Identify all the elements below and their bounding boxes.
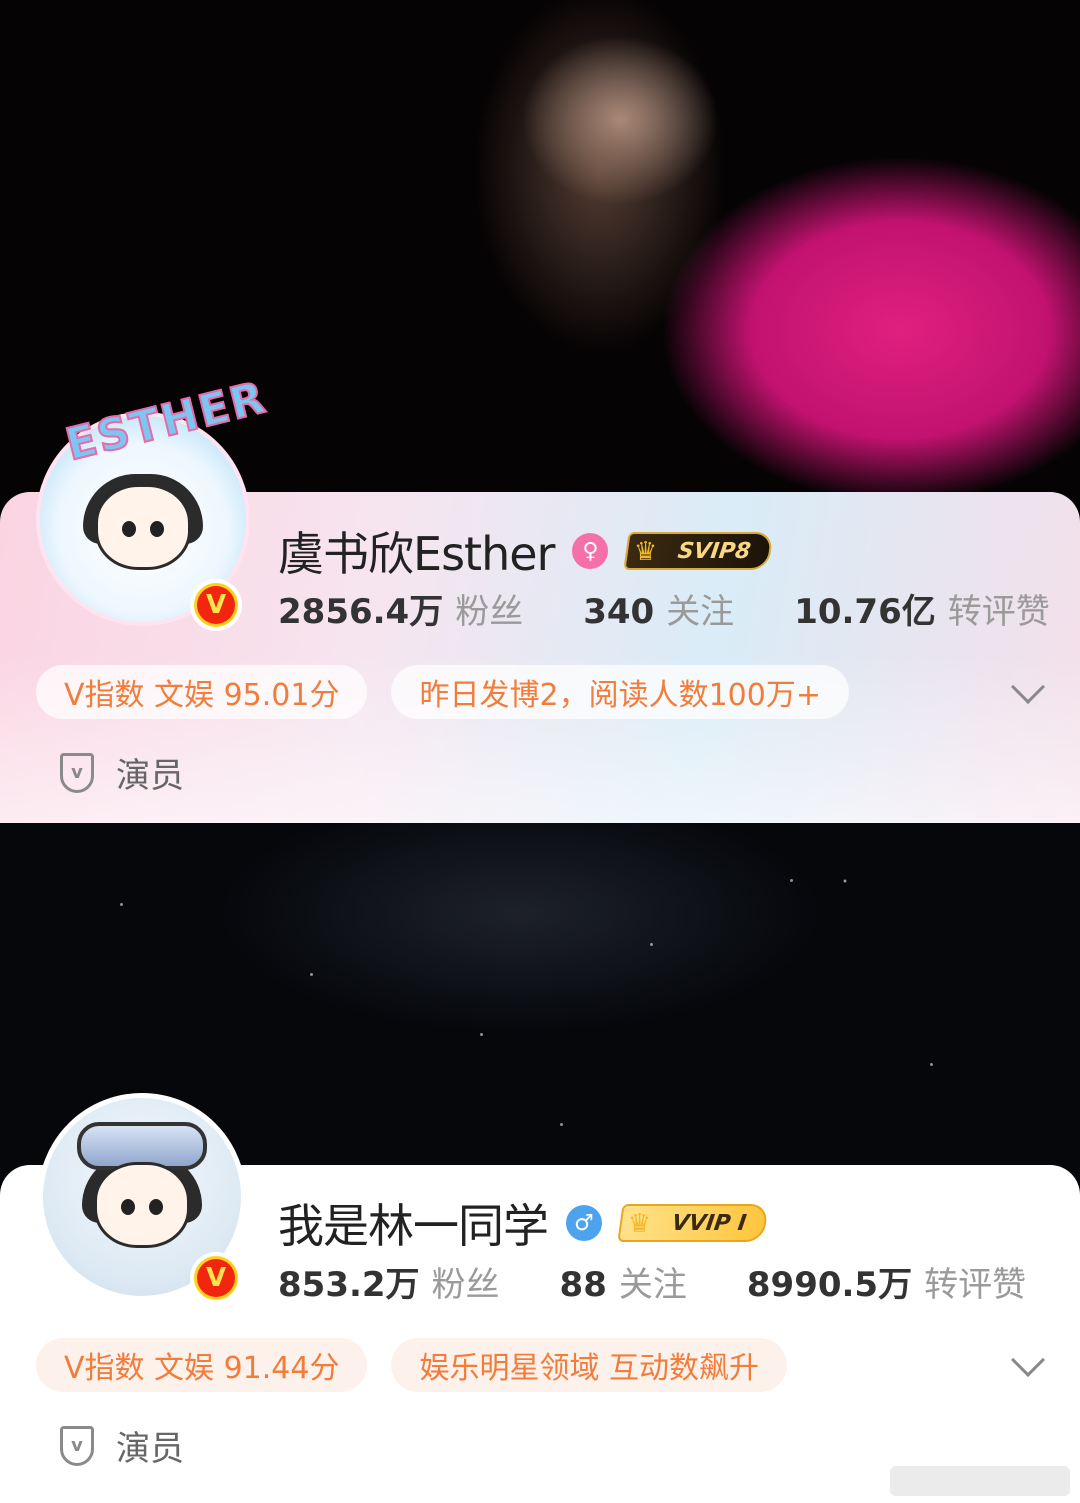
interactions-label: 转评赞	[947, 592, 1050, 632]
avatar-eye-left	[121, 1198, 135, 1215]
role-row: v 演员	[60, 748, 184, 797]
info-chips: V指数 文娱 95.01分 昨日发博2，阅读人数100万+	[36, 665, 873, 719]
star-dot	[310, 973, 313, 976]
stats-row: 853.2万 粉丝 88 关注 8990.5万 转评赞	[278, 1257, 1026, 1306]
avatar-eye-right	[150, 521, 164, 538]
fans-label: 粉丝	[455, 592, 524, 632]
verified-v-icon: V	[197, 586, 235, 624]
fans-label: 粉丝	[431, 1265, 500, 1305]
profile-card-1: ESTHER V 虞书欣Esther ♀ ♛ SVIP8 2856.4万 粉丝 …	[0, 0, 1080, 823]
star-dot	[120, 903, 123, 906]
vip-badge-label: SVIP8	[676, 538, 753, 564]
male-icon: ♂	[566, 1205, 602, 1241]
fans-count[interactable]: 853.2万 粉丝	[278, 1257, 500, 1306]
avatar-face	[94, 1161, 190, 1248]
following-value: 340	[583, 592, 655, 632]
following-value: 88	[559, 1265, 607, 1305]
interactions-count[interactable]: 10.76亿 转评赞	[794, 584, 1050, 633]
verified-badge: V	[190, 579, 242, 631]
vip-badge-label: VVIP I	[670, 1210, 748, 1236]
v-index-chip[interactable]: V指数 文娱 95.01分	[36, 665, 368, 719]
fans-count[interactable]: 2856.4万 粉丝	[278, 584, 523, 633]
v-index-chip[interactable]: V指数 文娱 91.44分	[36, 1338, 368, 1392]
interactions-label: 转评赞	[924, 1265, 1027, 1305]
fans-value: 2856.4万	[278, 592, 444, 632]
interactions-value: 8990.5万	[746, 1265, 913, 1305]
name-row: 我是林一同学 ♂ ♛ VVIP I	[278, 1190, 769, 1256]
role-label: 演员	[116, 756, 184, 796]
crown-icon: ♛	[627, 1209, 652, 1239]
following-count[interactable]: 340 关注	[583, 584, 734, 633]
activity-chip[interactable]: 娱乐明星领域 互动数飙升	[391, 1338, 788, 1392]
role-row: v 演员	[60, 1421, 184, 1470]
shield-icon: v	[60, 752, 94, 793]
interactions-count[interactable]: 8990.5万 转评赞	[747, 1257, 1026, 1306]
crown-icon: ♛	[634, 537, 658, 567]
role-label: 演员	[116, 1429, 184, 1469]
vip-badge[interactable]: ♛ SVIP8	[623, 532, 774, 570]
star-dot	[480, 1033, 483, 1036]
following-label: 关注	[666, 592, 735, 632]
interactions-value: 10.76亿	[794, 592, 936, 632]
vip-badge[interactable]: ♛ VVIP I	[617, 1204, 769, 1242]
avatar-face	[95, 484, 191, 571]
shield-icon: v	[60, 1425, 94, 1466]
fans-value: 853.2万	[278, 1265, 420, 1305]
profile-card-2: V 我是林一同学 ♂ ♛ VVIP I 853.2万 粉丝 88 关注 8990…	[0, 823, 1080, 1503]
star-dot	[650, 943, 653, 946]
star-dot	[560, 1123, 563, 1126]
female-icon: ♀	[572, 533, 609, 569]
stats-row: 2856.4万 粉丝 340 关注 10.76亿 转评赞	[278, 584, 1050, 633]
avatar-eye-left	[122, 521, 136, 538]
avatar-eye-right	[149, 1198, 163, 1215]
star-dot	[790, 879, 793, 882]
star-dot	[930, 1063, 933, 1066]
home-indicator	[890, 1466, 1070, 1496]
verified-v-icon: V	[197, 1259, 235, 1297]
profile-name: 虞书欣Esther	[278, 527, 555, 581]
info-chips: V指数 文娱 91.44分 娱乐明星领域 互动数飙升	[36, 1338, 811, 1392]
following-count[interactable]: 88 关注	[560, 1257, 687, 1306]
following-label: 关注	[618, 1265, 687, 1305]
activity-chip[interactable]: 昨日发博2，阅读人数100万+	[391, 665, 849, 719]
name-row: 虞书欣Esther ♀ ♛ SVIP8	[278, 518, 774, 584]
profile-name: 我是林一同学	[278, 1199, 549, 1253]
verified-badge: V	[190, 1252, 242, 1304]
